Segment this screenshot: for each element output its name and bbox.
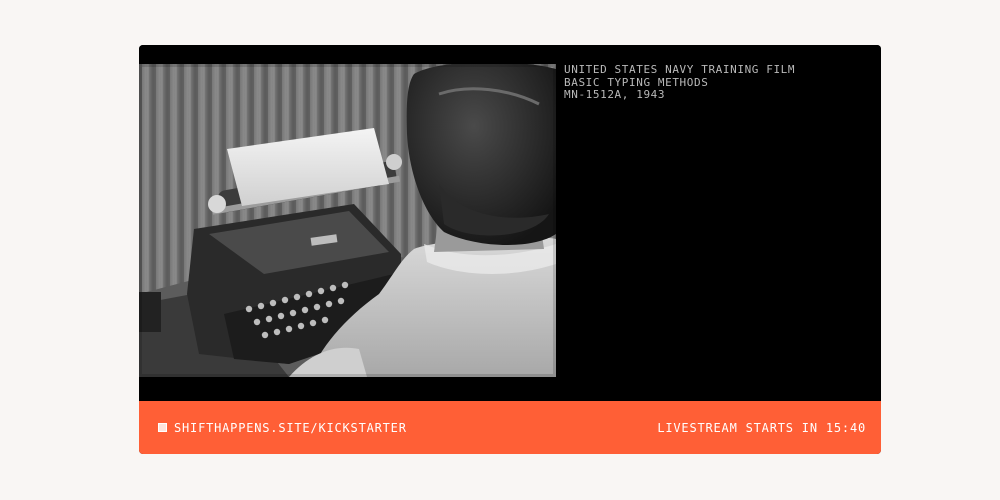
- video-player[interactable]: UNITED STATES NAVY TRAINING FILM BASIC T…: [139, 45, 881, 454]
- kickstarter-link[interactable]: SHIFTHAPPENS.SITE/KICKSTARTER: [158, 401, 407, 454]
- film-caption: UNITED STATES NAVY TRAINING FILM BASIC T…: [564, 63, 864, 102]
- caption-line-reference: MN-1512A, 1943: [564, 88, 666, 101]
- caption-line-title: UNITED STATES NAVY TRAINING FILM: [564, 63, 796, 76]
- kickstarter-link-text[interactable]: SHIFTHAPPENS.SITE/KICKSTARTER: [174, 421, 407, 435]
- countdown-text: LIVESTREAM STARTS IN 15:40: [657, 420, 866, 435]
- film-still: [139, 64, 556, 377]
- video-area[interactable]: UNITED STATES NAVY TRAINING FILM BASIC T…: [139, 45, 881, 401]
- livestream-countdown: LIVESTREAM STARTS IN 15:40: [657, 401, 866, 454]
- woman-at-typewriter-image: [139, 64, 556, 377]
- footer-bar: SHIFTHAPPENS.SITE/KICKSTARTER LIVESTREAM…: [139, 401, 881, 454]
- square-icon: [158, 423, 167, 432]
